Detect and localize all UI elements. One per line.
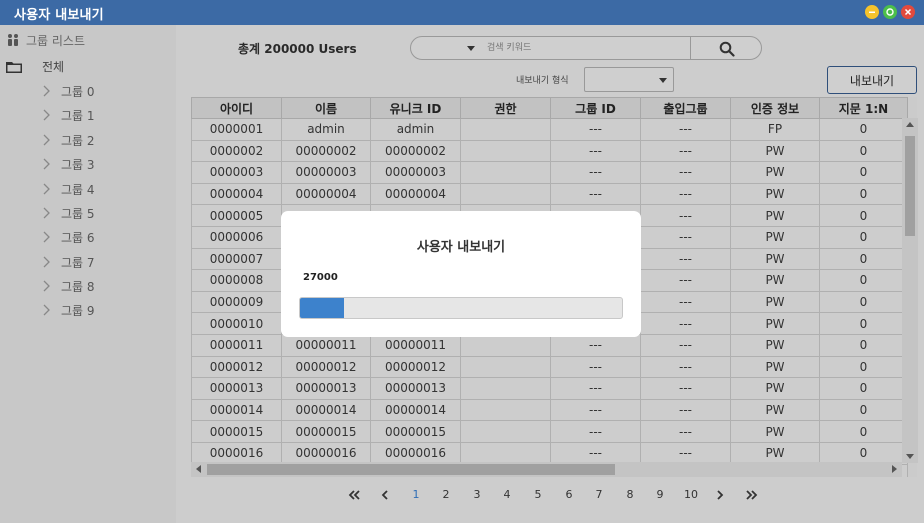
export-progress-dialog: 사용자 내보내기 27000 (281, 211, 641, 337)
maximize-button[interactable] (883, 5, 897, 19)
export-count: 27000 (303, 272, 338, 283)
export-progress-bar (299, 297, 623, 319)
export-progress-fill (300, 298, 344, 318)
minimize-icon (869, 11, 875, 13)
window-title: 사용자 내보내기 (14, 8, 104, 23)
title-bar: 사용자 내보내기 (0, 0, 924, 25)
maximize-icon (886, 8, 894, 16)
close-icon (904, 8, 912, 16)
close-button[interactable] (901, 5, 915, 19)
dialog-title: 사용자 내보내기 (416, 240, 506, 255)
minimize-button[interactable] (865, 5, 879, 19)
